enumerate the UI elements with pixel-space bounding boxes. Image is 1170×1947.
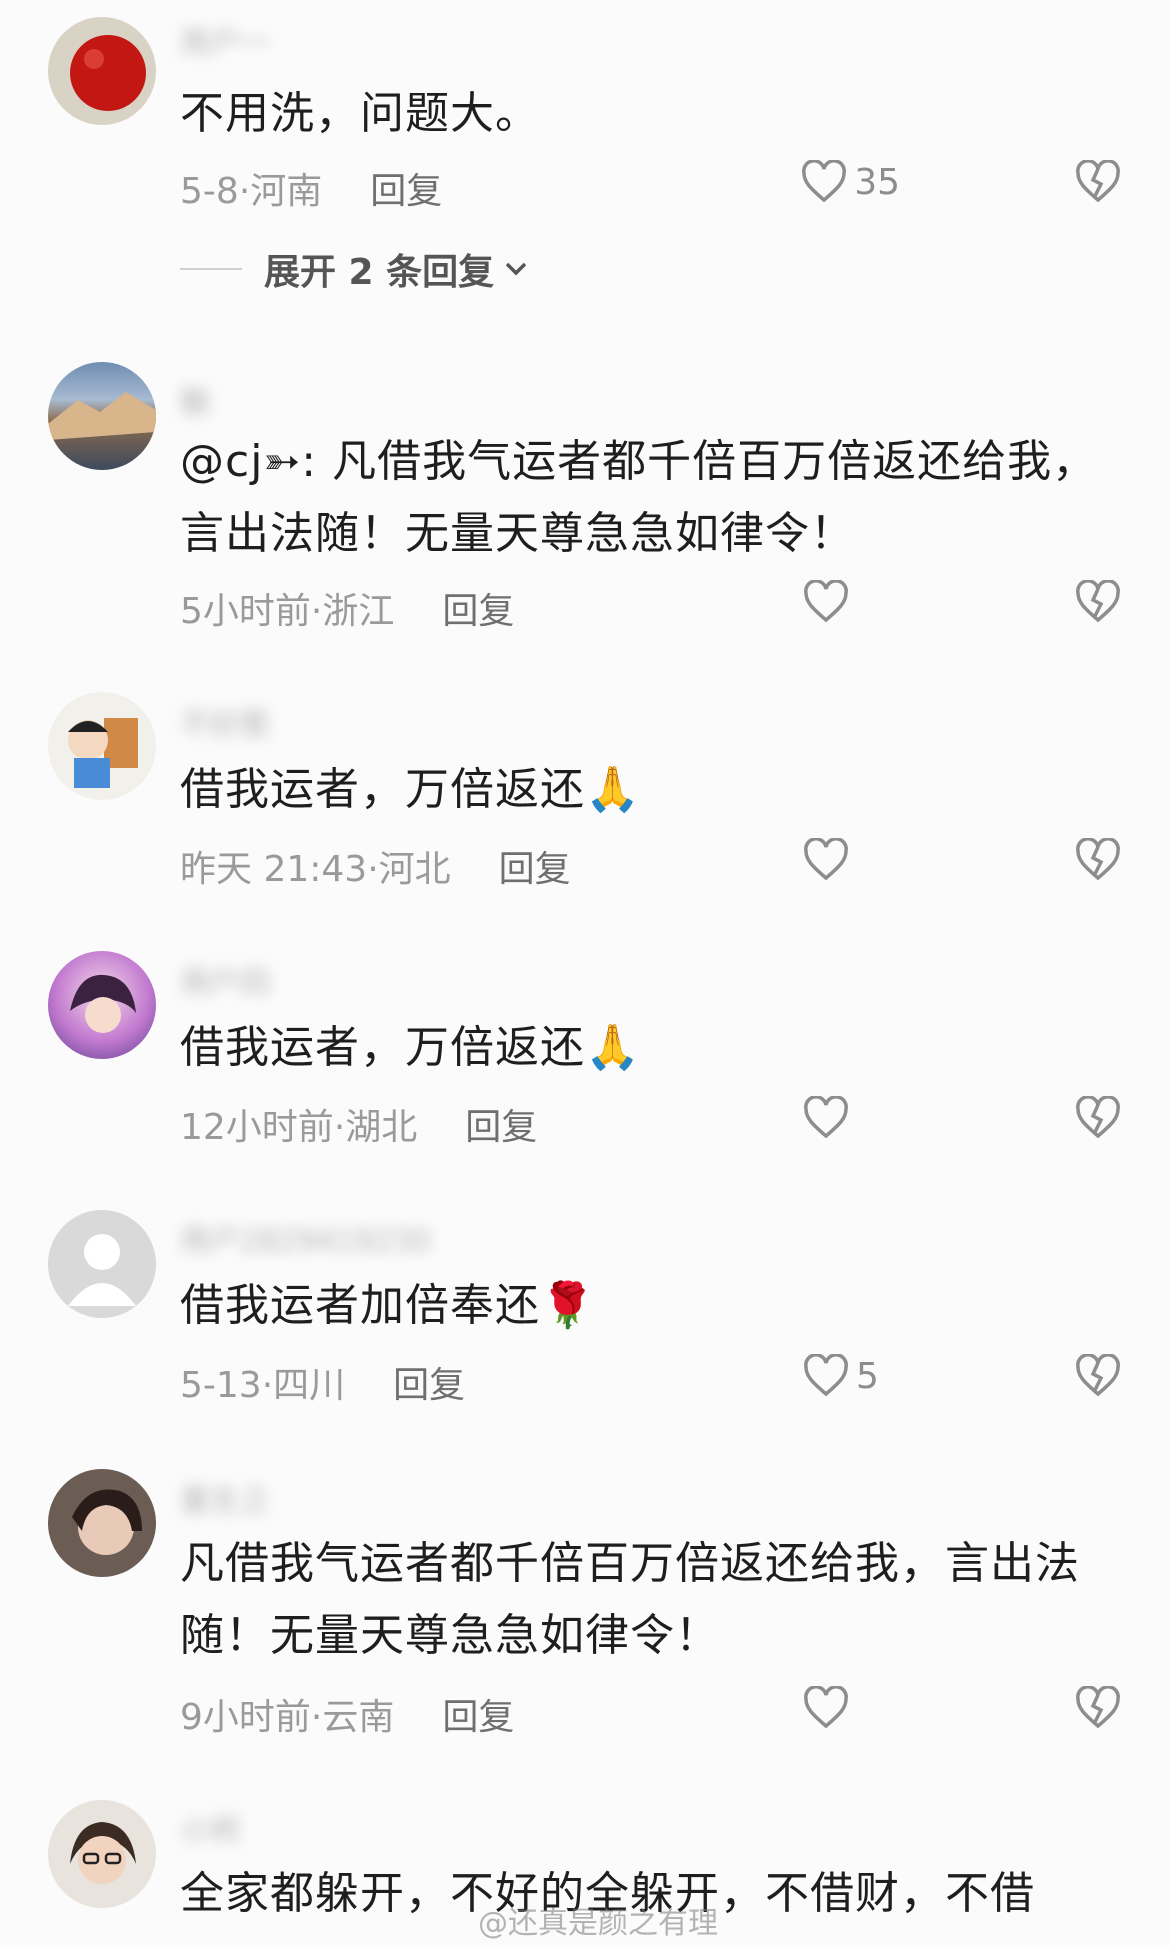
comment-text: 借我运者，万倍返还🙏 xyxy=(180,764,641,815)
username[interactable]: 不好惹 xyxy=(180,700,270,743)
broken-heart-icon xyxy=(1076,1353,1120,1397)
comment-text: 借我运者，万倍返还🙏 xyxy=(180,1022,641,1073)
dislike-button[interactable] xyxy=(1074,1685,1122,1734)
comment-meta: 5-8·河南 回复 xyxy=(180,171,443,212)
username[interactable]: 重生之 xyxy=(180,1476,270,1519)
reply-button[interactable]: 回复 xyxy=(370,171,442,212)
avatar[interactable] xyxy=(48,1210,156,1318)
like-button[interactable] xyxy=(802,1686,900,1730)
comment-text: 不用洗，问题大。 xyxy=(180,88,540,139)
heart-icon xyxy=(804,1096,848,1139)
dislike-button[interactable] xyxy=(1074,1353,1122,1402)
avatar[interactable] xyxy=(48,1800,156,1908)
like-button[interactable] xyxy=(802,580,900,624)
divider xyxy=(180,268,242,270)
like-button[interactable]: 5 xyxy=(802,1354,900,1398)
heart-icon xyxy=(804,1686,848,1729)
username[interactable]: 用户四 xyxy=(180,958,270,1001)
watermark: @还真是颜之有理 xyxy=(478,1906,718,1941)
comment-date: 5-8 xyxy=(180,171,239,212)
dislike-button[interactable] xyxy=(1074,579,1122,628)
avatar[interactable] xyxy=(48,17,156,125)
username[interactable]: 用户一 xyxy=(180,18,270,61)
avatar[interactable] xyxy=(48,951,156,1059)
username[interactable]: 飘 xyxy=(180,378,210,421)
expand-replies-button[interactable]: 展开 2 条回复 xyxy=(180,243,530,295)
avatar[interactable] xyxy=(48,692,156,800)
comment-meta: 昨天 21:43·河北 回复 xyxy=(180,849,571,890)
comment-date: 5小时前 xyxy=(180,591,311,632)
username[interactable]: 小柯 xyxy=(180,1806,240,1849)
pray-emoji: 🙏 xyxy=(585,1022,641,1073)
reply-button[interactable]: 回复 xyxy=(393,1365,465,1406)
like-button[interactable] xyxy=(802,1096,900,1140)
pray-emoji: 🙏 xyxy=(585,764,641,815)
comment-date: 5-13 xyxy=(180,1365,262,1406)
username[interactable]: 用户2829419230 xyxy=(180,1216,431,1259)
like-button[interactable]: 35 xyxy=(800,160,900,204)
avatar[interactable] xyxy=(48,362,156,470)
heart-icon xyxy=(804,1354,848,1397)
broken-heart-icon xyxy=(1076,1095,1120,1139)
broken-heart-icon xyxy=(1076,579,1120,623)
chevron-down-icon xyxy=(505,262,527,276)
avatar[interactable] xyxy=(48,1469,156,1577)
comment-meta: 5-13·四川 回复 xyxy=(180,1365,466,1406)
heart-icon xyxy=(804,838,848,881)
comment-date: 9小时前 xyxy=(180,1697,311,1738)
heart-icon xyxy=(802,160,847,203)
like-button[interactable] xyxy=(802,838,900,882)
reply-button[interactable]: 回复 xyxy=(465,1107,537,1148)
dislike-button[interactable] xyxy=(1074,159,1122,208)
comment-region: 河北 xyxy=(378,849,451,890)
comment-region: 河南 xyxy=(250,171,323,212)
rose-emoji: 🌹 xyxy=(540,1280,596,1331)
broken-heart-icon xyxy=(1076,1685,1120,1729)
reply-button[interactable]: 回复 xyxy=(442,591,514,632)
comment-date: 12小时前 xyxy=(180,1107,334,1148)
comment-text: @cj➳: 凡借我气运者都千倍百万倍返还给我，言出法随！无量天尊急急如律令！ xyxy=(180,436,1098,559)
comment-region: 四川 xyxy=(273,1365,346,1406)
comment-region: 湖北 xyxy=(345,1107,418,1148)
comment-text: 借我运者加倍奉还🌹 xyxy=(180,1280,596,1331)
comment-meta: 12小时前·湖北 回复 xyxy=(180,1107,538,1148)
default-user-icon xyxy=(68,1234,136,1306)
dislike-button[interactable] xyxy=(1074,1095,1122,1144)
reply-button[interactable]: 回复 xyxy=(442,1697,514,1738)
reply-button[interactable]: 回复 xyxy=(499,849,571,890)
broken-heart-icon xyxy=(1076,159,1120,203)
dislike-button[interactable] xyxy=(1074,837,1122,886)
comment-meta: 5小时前·浙江 回复 xyxy=(180,591,515,632)
broken-heart-icon xyxy=(1076,837,1120,881)
comment-region: 云南 xyxy=(322,1697,395,1738)
comment-meta: 9小时前·云南 回复 xyxy=(180,1697,515,1738)
heart-icon xyxy=(804,580,848,623)
comment-date: 昨天 21:43 xyxy=(180,849,368,890)
like-count: 5 xyxy=(856,1355,879,1397)
comment-text: 凡借我气运者都千倍百万倍返还给我，言出法随！无量天尊急急如律令！ xyxy=(180,1538,1080,1661)
like-count: 35 xyxy=(854,161,900,203)
comment-region: 浙江 xyxy=(322,591,395,632)
